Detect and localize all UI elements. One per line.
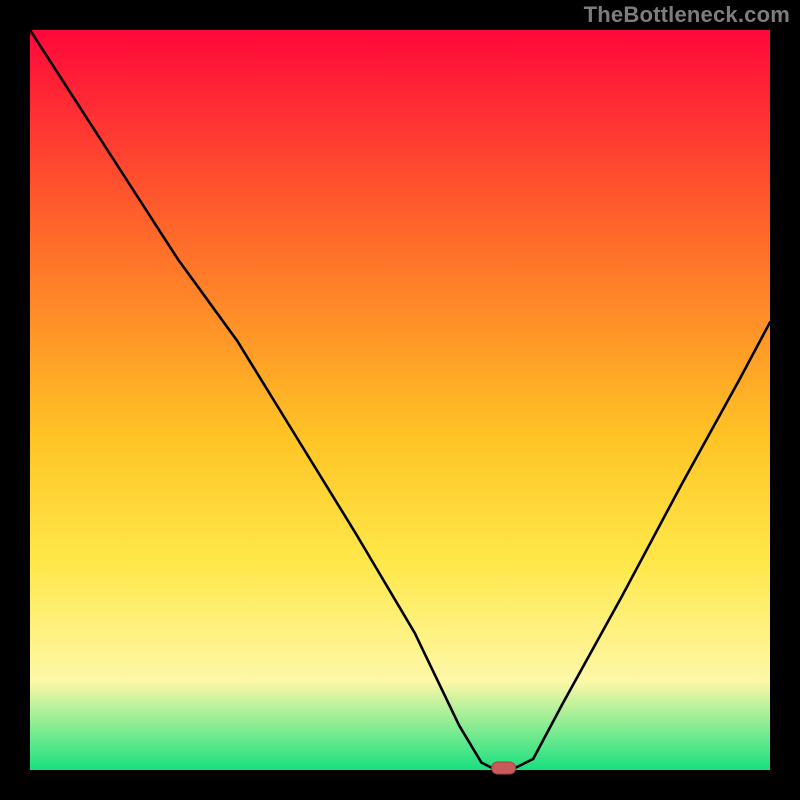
plot-area bbox=[30, 30, 770, 770]
bottleneck-chart bbox=[0, 0, 800, 800]
chart-container: TheBottleneck.com bbox=[0, 0, 800, 800]
optimal-marker bbox=[492, 762, 516, 774]
watermark-text: TheBottleneck.com bbox=[584, 2, 790, 28]
